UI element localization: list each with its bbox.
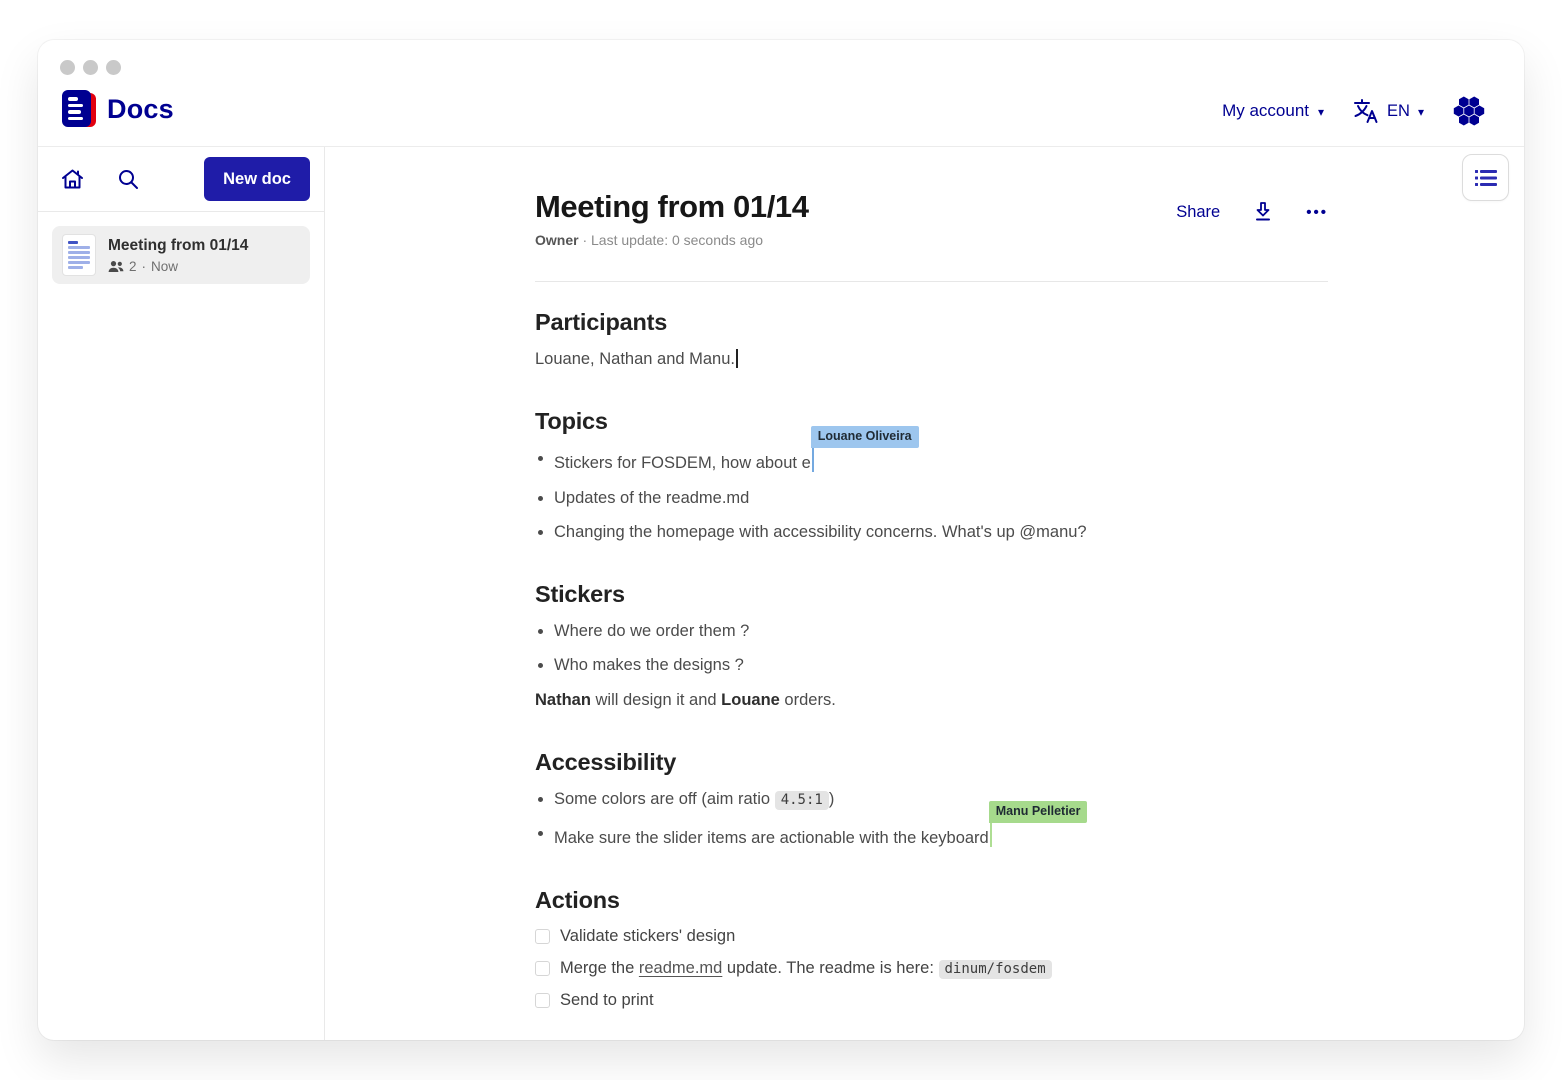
header-actions: My account ▾ EN ▾ bbox=[1222, 94, 1486, 128]
checklist-item: Validate stickers' design bbox=[535, 927, 1328, 946]
bullet-item[interactable]: Changing the homepage with accessibility… bbox=[535, 521, 1328, 543]
window-dot[interactable] bbox=[83, 60, 98, 75]
bullet-item[interactable]: Where do we order them ? bbox=[535, 620, 1328, 642]
sidebar-toolbar: New doc bbox=[38, 147, 324, 212]
main-area: Meeting from 01/14 Share ••• Owner · Las… bbox=[325, 147, 1524, 1040]
doc-actions: Share ••• bbox=[1176, 201, 1328, 223]
share-button[interactable]: Share bbox=[1176, 203, 1220, 222]
language-code: EN bbox=[1387, 102, 1410, 121]
window-dot[interactable] bbox=[60, 60, 75, 75]
window-dot[interactable] bbox=[106, 60, 121, 75]
app-header: Docs My account ▾ EN bbox=[38, 40, 1524, 147]
apps-waffle-icon[interactable] bbox=[1452, 94, 1486, 128]
download-icon[interactable] bbox=[1253, 201, 1273, 223]
users-icon bbox=[108, 260, 124, 273]
document-icon bbox=[62, 234, 96, 276]
home-icon[interactable] bbox=[60, 167, 85, 191]
chevron-down-icon: ▾ bbox=[1418, 105, 1424, 119]
doc-meta: Owner · Last update: 0 seconds ago bbox=[535, 232, 1328, 248]
topics-list: Stickers for FOSDEM, how about eLouane O… bbox=[535, 447, 1328, 543]
doc-item-time: Now bbox=[151, 259, 178, 274]
participants-text[interactable]: Louane, Nathan and Manu. bbox=[535, 348, 1328, 370]
docs-logo-icon bbox=[62, 90, 96, 128]
my-account-label: My account bbox=[1222, 101, 1309, 121]
checklist-label[interactable]: Send to print bbox=[560, 991, 654, 1010]
collab-cursor-label: Manu Pelletier bbox=[989, 801, 1088, 823]
doc-owner-label: Owner bbox=[535, 232, 579, 248]
app-window: Docs My account ▾ EN bbox=[38, 40, 1524, 1040]
checklist-label[interactable]: Validate stickers' design bbox=[560, 927, 735, 946]
divider bbox=[535, 281, 1328, 282]
collab-cursor-manu: Manu Pelletier bbox=[990, 822, 992, 847]
doc-item-title: Meeting from 01/14 bbox=[108, 236, 248, 256]
heading-topics[interactable]: Topics bbox=[535, 408, 1328, 435]
heading-actions[interactable]: Actions bbox=[535, 887, 1328, 914]
heading-stickers[interactable]: Stickers bbox=[535, 581, 1328, 608]
translate-icon bbox=[1352, 98, 1379, 124]
text-cursor bbox=[736, 349, 738, 368]
stickers-list: Where do we order them ? Who makes the d… bbox=[535, 620, 1328, 677]
doc-title[interactable]: Meeting from 01/14 bbox=[535, 189, 809, 225]
search-icon[interactable] bbox=[117, 168, 140, 191]
collab-cursor-louane: Louane Oliveira bbox=[812, 447, 814, 472]
doc-last-update: · Last update: 0 seconds ago bbox=[579, 232, 763, 248]
sidebar-item-meeting-doc[interactable]: Meeting from 01/14 2 bbox=[52, 226, 310, 284]
new-doc-button[interactable]: New doc bbox=[204, 157, 310, 201]
bullet-item[interactable]: Make sure the slider items are actionabl… bbox=[535, 822, 1328, 849]
checkbox[interactable] bbox=[535, 929, 550, 944]
accessibility-list: Some colors are off (aim ratio 4.5:1) Ma… bbox=[535, 788, 1328, 850]
checklist-item: Merge the readme.md update. The readme i… bbox=[535, 959, 1328, 978]
bullet-item[interactable]: Some colors are off (aim ratio 4.5:1) bbox=[535, 788, 1328, 810]
stickers-note[interactable]: Nathan will design it and Louane orders. bbox=[535, 689, 1328, 711]
table-of-contents-button[interactable] bbox=[1462, 154, 1509, 201]
more-options-icon[interactable]: ••• bbox=[1306, 204, 1328, 221]
doc-item-meta: 2 · Now bbox=[108, 259, 248, 274]
doc-item-sep: · bbox=[142, 259, 147, 274]
bullet-item[interactable]: Updates of the readme.md bbox=[535, 487, 1328, 509]
document-editor[interactable]: Meeting from 01/14 Share ••• Owner · Las… bbox=[535, 147, 1328, 1040]
checkbox[interactable] bbox=[535, 961, 550, 976]
checkbox[interactable] bbox=[535, 993, 550, 1008]
code-chip: dinum/fosdem bbox=[939, 960, 1052, 979]
sidebar: New doc Meeting from 01/14 bbox=[38, 147, 325, 1040]
sidebar-doc-list: Meeting from 01/14 2 bbox=[38, 212, 324, 298]
collab-cursor-label: Louane Oliveira bbox=[811, 426, 919, 448]
heading-participants[interactable]: Participants bbox=[535, 309, 1328, 336]
chevron-down-icon: ▾ bbox=[1318, 105, 1324, 119]
window-controls bbox=[60, 60, 121, 75]
doc-item-count: 2 bbox=[129, 259, 137, 274]
bullet-item[interactable]: Stickers for FOSDEM, how about eLouane O… bbox=[535, 447, 1328, 474]
app-logo[interactable]: Docs bbox=[62, 90, 174, 128]
code-chip: 4.5:1 bbox=[775, 791, 829, 810]
my-account-menu[interactable]: My account ▾ bbox=[1222, 101, 1324, 121]
bullet-item[interactable]: Who makes the designs ? bbox=[535, 654, 1328, 676]
app-title: Docs bbox=[107, 94, 174, 125]
heading-accessibility[interactable]: Accessibility bbox=[535, 749, 1328, 776]
language-selector[interactable]: EN ▾ bbox=[1352, 98, 1424, 124]
checklist-item: Send to print bbox=[535, 991, 1328, 1010]
readme-link[interactable]: readme.md bbox=[639, 959, 722, 977]
checklist-label[interactable]: Merge the readme.md update. The readme i… bbox=[560, 959, 1052, 978]
